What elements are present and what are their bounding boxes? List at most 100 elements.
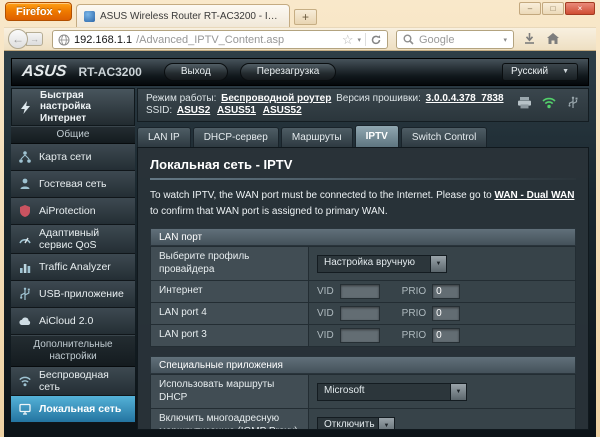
router-header: ASUS RT-AC3200 Выход Перезагрузка Русски… [11, 58, 589, 86]
asus-logo: ASUS [21, 63, 68, 80]
bar-chart-icon [16, 260, 33, 274]
navigation-toolbar: ← → 192.168.1.1/Advanced_IPTV_Content.as… [4, 27, 596, 51]
url-bar[interactable]: 192.168.1.1/Advanced_IPTV_Content.asp ☆ … [52, 30, 388, 49]
lan-port4-prio-input[interactable] [432, 306, 461, 321]
lan-port3-prio-input[interactable] [432, 328, 461, 343]
igmp-proxy-select[interactable]: Отключить ▼ [317, 416, 395, 430]
ssid-link-3[interactable]: ASUS52 [263, 105, 302, 116]
vid-label: VID [317, 308, 334, 319]
section-header-lan-port: LAN порт [150, 228, 576, 246]
wifi-status-icon[interactable] [541, 96, 557, 109]
window-controls: – □ × [519, 2, 595, 15]
table-row: LAN port 3 VID PRIO [150, 325, 576, 347]
site-identity-icon [58, 34, 70, 46]
page-title: Локальная сеть - IPTV [150, 157, 293, 172]
operation-mode-link[interactable]: Беспроводной роутер [221, 93, 331, 104]
title-divider [150, 178, 576, 180]
sidebar-item-network-map[interactable]: Карта сети [11, 144, 135, 171]
language-select[interactable]: Русский ▼ [501, 63, 578, 81]
bookmark-star-icon[interactable]: ☆ [342, 33, 354, 46]
search-engine-dropdown-icon[interactable]: ▾ [503, 36, 507, 44]
table-row: Интернет VID PRIO [150, 281, 576, 303]
guest-network-icon [16, 177, 33, 191]
tab-iptv[interactable]: IPTV [354, 125, 399, 147]
dual-wan-link[interactable]: WAN - Dual WAN [494, 190, 574, 201]
logout-button[interactable]: Выход [163, 63, 228, 81]
lan-port4-vid-input[interactable] [339, 306, 380, 321]
sidebar-item-label: Беспроводная сеть [39, 369, 109, 394]
sidebar-item-wireless[interactable]: Беспроводная сеть [11, 367, 135, 397]
titlebar: Firefox ▾ ASUS Wireless Router RT-AC3200… [0, 0, 600, 27]
dhcp-routes-label: Использовать маршруты DHCP [151, 375, 309, 408]
content-panel: Локальная сеть - IPTV To watch IPTV, the… [137, 147, 589, 430]
browser-tab[interactable]: ASUS Wireless Router RT-AC3200 - IPTV [76, 4, 290, 27]
browser-viewport: ASUS RT-AC3200 Выход Перезагрузка Русски… [4, 51, 596, 437]
shield-icon [16, 204, 33, 218]
new-tab-button[interactable]: + [294, 9, 317, 25]
firmware-version-link[interactable]: 3.0.0.4.378_7838 [426, 93, 504, 104]
ssid-link-2[interactable]: ASUS51 [217, 105, 256, 116]
sidebar-item-guest-network[interactable]: Гостевая сеть [11, 171, 135, 198]
reboot-button[interactable]: Перезагрузка [239, 63, 337, 81]
maximize-button[interactable]: □ [542, 2, 564, 15]
sidebar-item-label: Карта сети [39, 150, 92, 163]
downloads-icon[interactable] [520, 32, 538, 48]
cloud-icon [16, 314, 33, 328]
isp-profile-select[interactable]: Настройка вручную ▼ [317, 254, 447, 273]
sidebar-item-label: Traffic Analyzer [39, 261, 111, 274]
page-description: To watch IPTV, the WAN port must be conn… [150, 188, 576, 219]
reload-icon[interactable] [370, 34, 382, 46]
quick-setup-icon [17, 100, 34, 115]
internet-prio-input[interactable] [432, 284, 461, 299]
urlbar-separator [365, 33, 366, 46]
igmp-proxy-label: Включить многоадресную маршрутизацию (IG… [151, 409, 309, 429]
printer-icon[interactable] [517, 96, 532, 109]
tab-dhcp-server[interactable]: DHCP-сервер [192, 127, 279, 147]
isp-profile-value: Настройка вручную [324, 256, 416, 268]
chevron-down-icon: ▾ [57, 8, 62, 16]
back-button[interactable]: ← [8, 29, 28, 49]
firmware-label: Версия прошивки: [336, 93, 421, 104]
prio-label: PRIO [401, 286, 427, 297]
prio-label: PRIO [401, 330, 427, 341]
sidebar-item-label: AiCloud 2.0 [39, 315, 94, 328]
internet-vid-input[interactable] [339, 284, 380, 299]
sidebar-item-usb-application[interactable]: USB-приложение [11, 281, 135, 309]
sidebar-item-aiprotection[interactable]: AiProtection [11, 198, 135, 225]
search-placeholder: Google [419, 33, 455, 46]
network-map-icon [16, 150, 33, 164]
table-row: Выберите профиль провайдера Настройка вр… [150, 246, 576, 281]
tab-routes[interactable]: Маршруты [280, 127, 353, 147]
close-button[interactable]: × [565, 2, 595, 15]
prio-label: PRIO [401, 308, 427, 319]
table-row: Включить многоадресную маршрутизацию (IG… [150, 409, 576, 430]
forward-button[interactable]: → [26, 32, 43, 46]
sidebar-item-label: Быстрая настройка Интернет [40, 89, 91, 124]
dhcp-routes-select[interactable]: Microsoft ▼ [317, 382, 467, 401]
lan-port3-vid-input[interactable] [339, 328, 380, 343]
minimize-button[interactable]: – [519, 2, 541, 15]
description-text: To watch IPTV, the WAN port must be conn… [150, 190, 495, 201]
sidebar-item-label: Адаптивный сервис QoS [39, 227, 100, 252]
sidebar-item-traffic-analyzer[interactable]: Traffic Analyzer [11, 254, 135, 282]
tab-lan-ip[interactable]: LAN IP [137, 127, 191, 147]
firefox-menu-button[interactable]: Firefox ▾ [5, 2, 73, 21]
sidebar-item-quick-setup[interactable]: Быстрая настройка Интернет [11, 88, 135, 126]
status-bar: Режим работы: Беспроводной роутер Версия… [137, 88, 589, 122]
select-arrow-icon: ▼ [378, 417, 394, 429]
language-caret-icon: ▼ [562, 68, 569, 75]
search-box[interactable]: Google ▾ [396, 30, 514, 49]
tab-switch-control[interactable]: Switch Control [400, 127, 488, 147]
vid-label: VID [317, 330, 334, 341]
url-dropdown-icon[interactable]: ▾ [357, 36, 361, 44]
usb-status-icon[interactable] [566, 96, 580, 109]
internet-label: Интернет [151, 281, 309, 302]
home-icon[interactable] [544, 32, 562, 48]
sidebar-item-qos[interactable]: Адаптивный сервис QoS [11, 225, 135, 255]
operation-mode-label: Режим работы: [146, 93, 217, 104]
igmp-proxy-value: Отключить [324, 418, 375, 430]
sidebar-item-lan[interactable]: Локальная сеть [11, 396, 135, 424]
ssid-link-1[interactable]: ASUS2 [177, 105, 210, 116]
wifi-icon [16, 374, 33, 388]
sidebar-item-aicloud[interactable]: AiCloud 2.0 [11, 308, 135, 336]
